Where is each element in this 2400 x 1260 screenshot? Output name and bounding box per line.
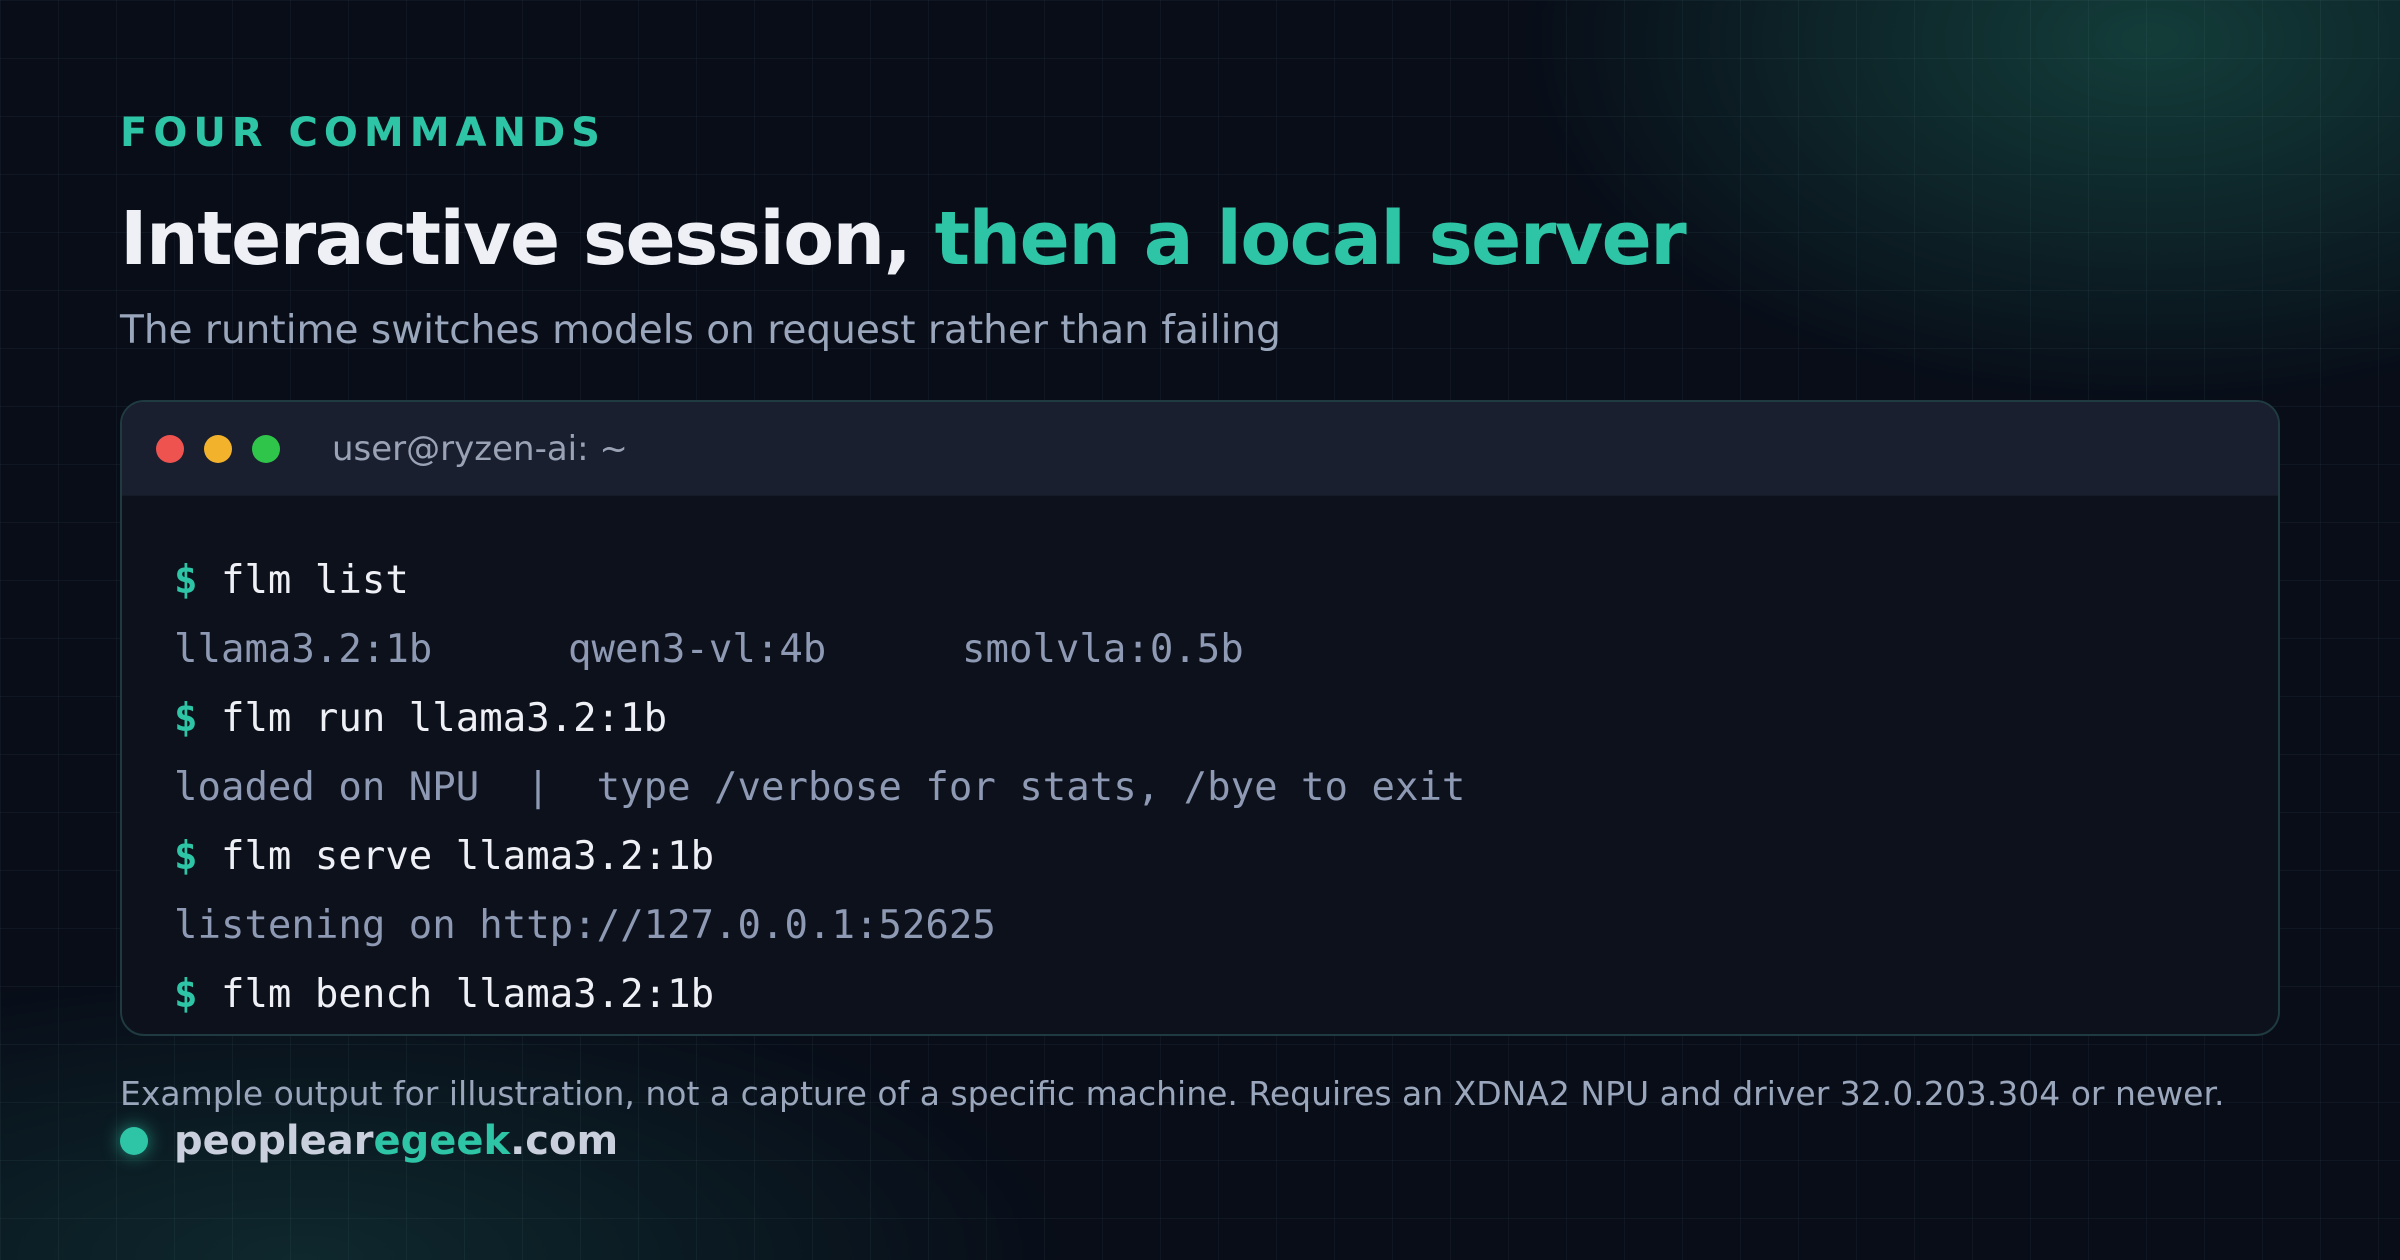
terminal-output-line: listening on http://127.0.0.1:52625	[174, 903, 996, 948]
model-name: llama3.2:1b	[174, 627, 433, 672]
command-text: flm run llama3.2:1b	[220, 696, 668, 741]
terminal-command-line: $ flm bench llama3.2:1b	[174, 960, 2278, 1029]
page-title-accent: then a local server	[934, 196, 1687, 282]
footnote: Example output for illustration, not a c…	[120, 1074, 2225, 1113]
page-canvas: FOUR COMMANDS Interactive session, then …	[0, 0, 2400, 1260]
command-text: flm bench llama3.2:1b	[220, 972, 715, 1017]
terminal-output-line: loaded on NPU | type /verbose for stats,…	[174, 765, 1466, 810]
terminal-output-line: llama3.2:1b qwen3-vl:4b smolvla:0.5b	[174, 615, 2278, 684]
terminal-titlebar[interactable]: user@ryzen-ai: ~	[122, 402, 2278, 496]
minimize-dot-icon[interactable]	[204, 434, 232, 463]
page-title: Interactive session, then a local server	[120, 196, 1687, 282]
terminal-command-line: $ flm run llama3.2:1b	[174, 684, 2278, 753]
terminal-command-line: $ flm list	[174, 546, 2278, 615]
brand-name-part: peoplear	[174, 1118, 374, 1164]
brand-domain: .com	[510, 1118, 619, 1164]
maximize-dot-icon[interactable]	[252, 434, 280, 463]
terminal-command-line: $ flm serve llama3.2:1b	[174, 822, 2278, 891]
prompt-symbol: $	[174, 972, 198, 1017]
eyebrow-label: FOUR COMMANDS	[120, 110, 606, 156]
close-dot-icon[interactable]	[156, 434, 184, 463]
terminal-title: user@ryzen-ai: ~	[332, 428, 628, 469]
model-name: smolvla:0.5b	[962, 627, 1244, 672]
brand-dot-icon	[120, 1127, 148, 1155]
prompt-symbol: $	[174, 696, 198, 741]
prompt-symbol: $	[174, 558, 198, 603]
page-title-main: Interactive session,	[120, 196, 935, 282]
command-text: flm list	[220, 558, 409, 603]
page-subtitle: The runtime switches models on request r…	[120, 308, 1281, 353]
prompt-symbol: $	[174, 834, 198, 879]
command-text: flm serve llama3.2:1b	[220, 834, 715, 879]
brand-name-highlight: egeek	[373, 1118, 511, 1164]
model-name: qwen3-vl:4b	[568, 627, 827, 672]
terminal-body[interactable]: $ flm list llama3.2:1b qwen3-vl:4b smolvla…	[122, 496, 2278, 1029]
brand[interactable]: peoplearegeek.com	[120, 1118, 618, 1164]
brand-link[interactable]: peoplearegeek.com	[174, 1118, 618, 1164]
terminal-window[interactable]: user@ryzen-ai: ~ $ flm list llama3.2:1b q…	[120, 400, 2280, 1036]
